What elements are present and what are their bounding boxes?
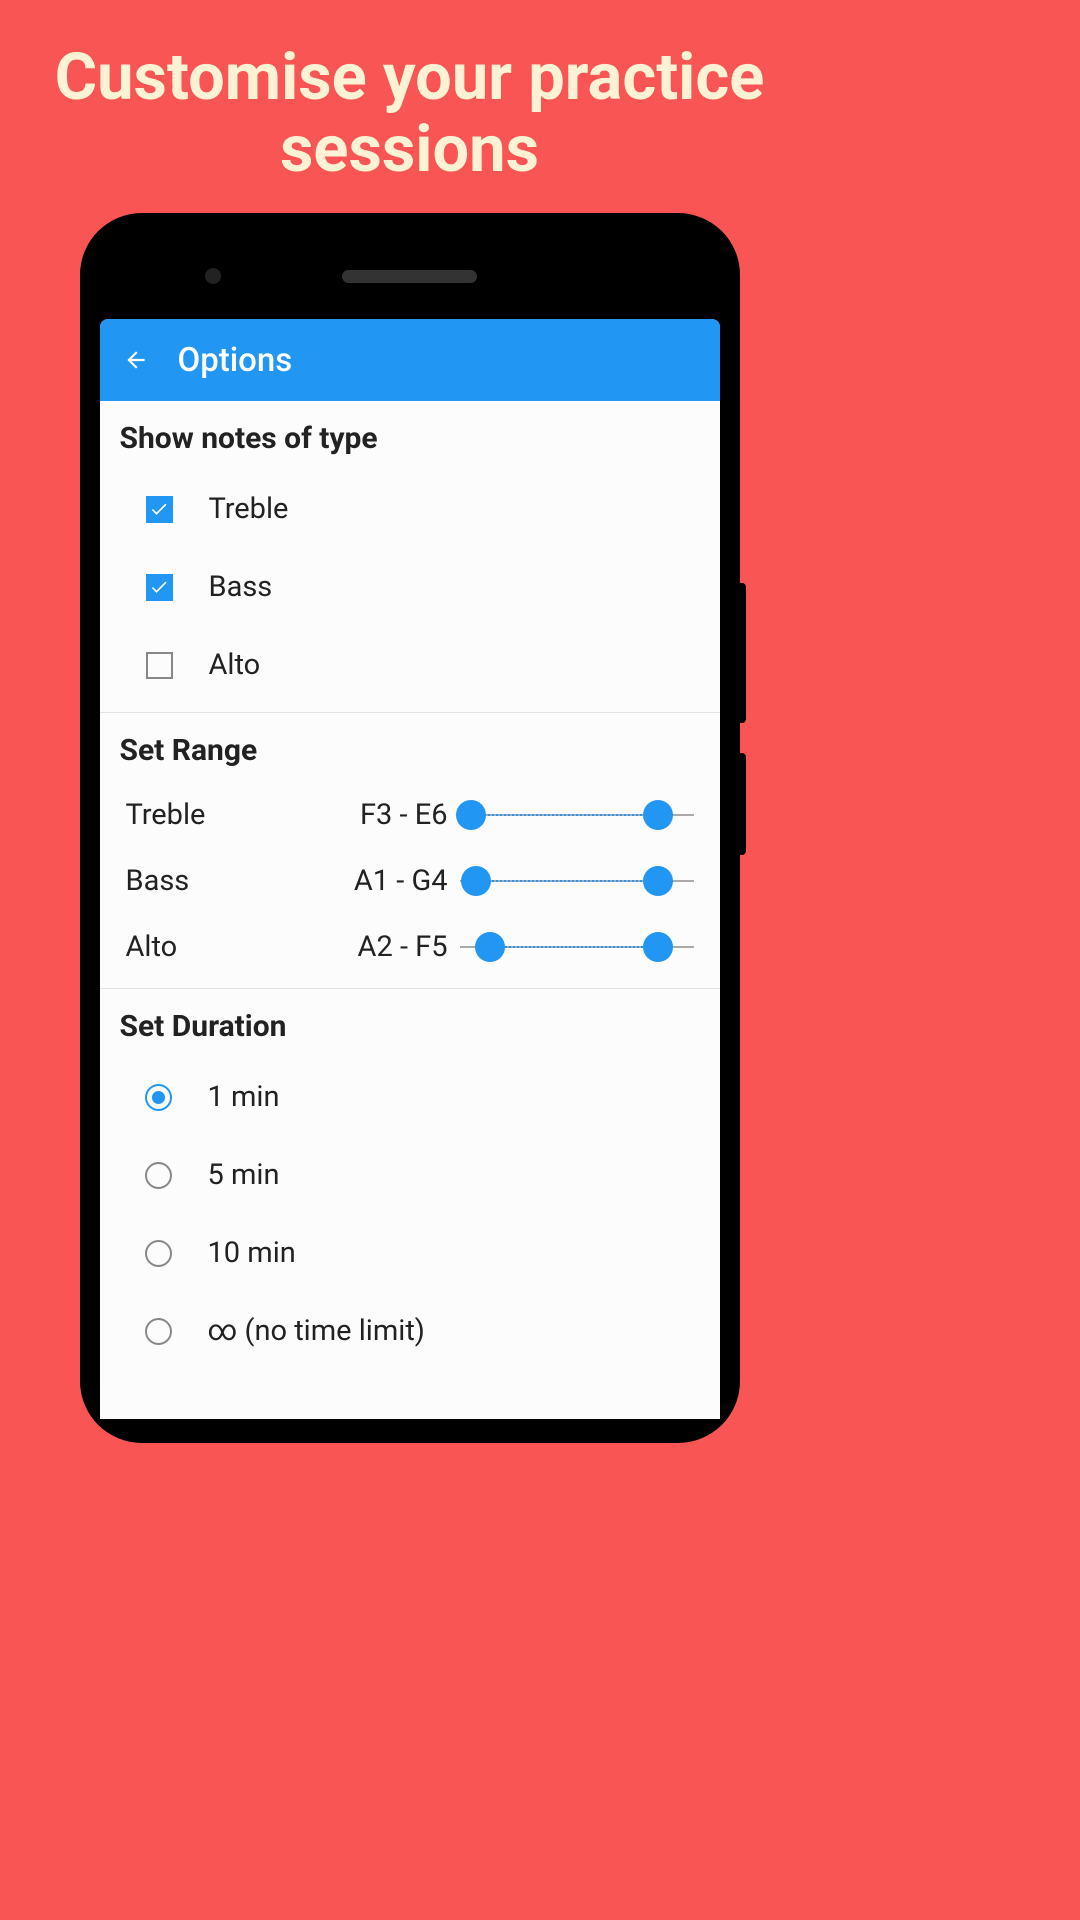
check-icon	[149, 577, 169, 597]
radio[interactable]	[145, 1084, 172, 1111]
checkbox[interactable]	[146, 574, 173, 601]
radio-row[interactable]: 10 min	[100, 1214, 720, 1292]
range-row: Treble F3 - E6	[100, 782, 720, 848]
slider-thumb-min[interactable]	[475, 932, 505, 962]
range-slider[interactable]	[460, 800, 694, 830]
range-name: Bass	[126, 864, 296, 898]
range-name: Treble	[126, 798, 296, 832]
range-row: Alto A2 - F5	[100, 914, 720, 980]
range-slider[interactable]	[460, 932, 694, 962]
phone-side-button	[740, 583, 746, 723]
phone-camera-dot	[205, 268, 221, 284]
range-row: Bass A1 - G4	[100, 848, 720, 914]
range-value: F3 - E6	[308, 798, 448, 832]
checkbox-label: Alto	[209, 648, 261, 682]
slider-thumb-min[interactable]	[456, 800, 486, 830]
slider-fill	[476, 880, 659, 883]
radio-label: 10 min	[208, 1236, 296, 1270]
radio-row[interactable]: 5 min	[100, 1136, 720, 1214]
section-title-notes-type: Show notes of type	[100, 401, 720, 470]
radio-label: 5 min	[208, 1158, 280, 1192]
app-bar: Options	[100, 319, 720, 401]
check-icon	[149, 499, 169, 519]
phone-top-bezel	[100, 233, 720, 319]
section-title-duration: Set Duration	[100, 989, 720, 1058]
slider-fill	[490, 946, 658, 949]
slider-fill	[471, 814, 658, 817]
radio[interactable]	[145, 1240, 172, 1267]
checkbox-label: Treble	[209, 492, 289, 526]
checkbox-row[interactable]: Alto	[100, 626, 720, 704]
slider-thumb-max[interactable]	[643, 932, 673, 962]
options-content: Show notes of type Treble Bass Alto Set Ra…	[100, 401, 720, 1419]
checkbox-row[interactable]: Bass	[100, 548, 720, 626]
checkbox-label: Bass	[209, 570, 273, 604]
radio-label: 1 min	[208, 1080, 280, 1114]
radio-row[interactable]: 1 min	[100, 1058, 720, 1136]
section-title-range: Set Range	[100, 713, 720, 782]
checkbox[interactable]	[146, 496, 173, 523]
promo-headline: Customise your practice sessions	[0, 0, 819, 213]
radio-label: ∞ (no time limit)	[208, 1314, 425, 1348]
slider-thumb-min[interactable]	[461, 866, 491, 896]
checkbox[interactable]	[146, 652, 173, 679]
range-value: A2 - F5	[308, 930, 448, 964]
range-value: A1 - G4	[308, 864, 448, 898]
app-bar-title: Options	[178, 341, 293, 380]
radio[interactable]	[145, 1162, 172, 1189]
checkbox-row[interactable]: Treble	[100, 470, 720, 548]
range-slider[interactable]	[460, 866, 694, 896]
phone-side-button	[740, 753, 746, 855]
phone-mockup: Options Show notes of type Treble Bass Alt…	[80, 213, 740, 1443]
arrow-left-icon	[123, 347, 149, 373]
slider-thumb-max[interactable]	[643, 800, 673, 830]
radio[interactable]	[145, 1318, 172, 1345]
slider-thumb-max[interactable]	[643, 866, 673, 896]
back-button[interactable]	[122, 346, 150, 374]
radio-row[interactable]: ∞ (no time limit)	[100, 1292, 720, 1370]
range-name: Alto	[126, 930, 296, 964]
app-screen: Options Show notes of type Treble Bass Alt…	[100, 319, 720, 1419]
phone-speaker	[342, 270, 477, 283]
